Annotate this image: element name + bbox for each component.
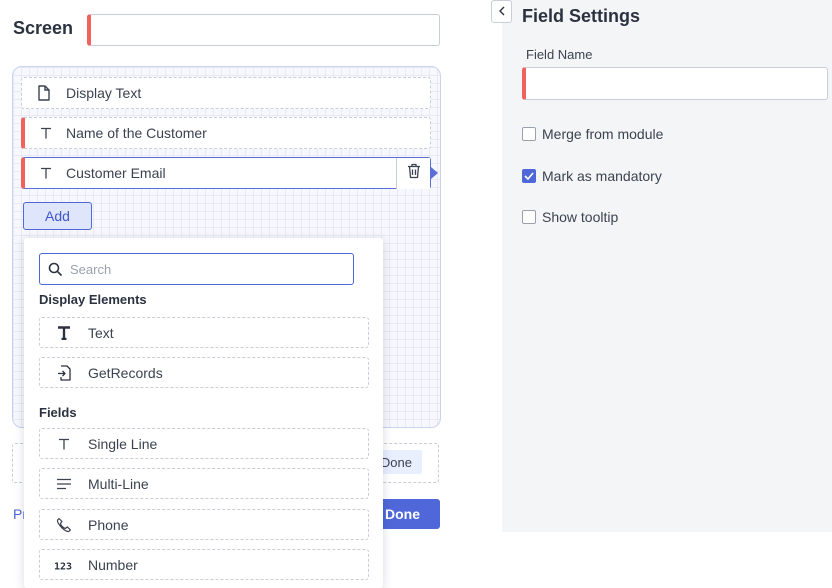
number-icon: 123: [40, 559, 88, 571]
bold-t-icon: [40, 325, 88, 340]
checkbox[interactable]: [522, 127, 536, 141]
menu-item-text[interactable]: Text: [39, 317, 369, 348]
field-label: Name of the Customer: [66, 125, 207, 141]
text-t-icon: [25, 167, 66, 179]
phone-icon: [40, 517, 88, 533]
merge-from-module-option[interactable]: Merge from module: [522, 126, 663, 142]
screen-title: Screen: [13, 18, 74, 38]
menu-item-phone[interactable]: Phone: [39, 509, 369, 540]
mark-as-mandatory-option[interactable]: Mark as mandatory: [522, 168, 662, 184]
svg-text:123: 123: [54, 561, 72, 571]
menu-item-label: Text: [88, 324, 114, 341]
menu-item-number[interactable]: 123 Number: [39, 549, 369, 580]
option-label: Show tooltip: [542, 209, 619, 225]
field-name-label: Field Name: [526, 47, 593, 62]
menu-item-multi-line[interactable]: Multi-Line: [39, 468, 369, 499]
search-icon: [40, 262, 70, 276]
selection-arrow-icon: [431, 167, 438, 179]
done-button[interactable]: Done: [376, 499, 440, 529]
get-records-icon: [40, 364, 88, 381]
menu-item-getrecords[interactable]: GetRecords: [39, 357, 369, 388]
collapse-panel-button[interactable]: [491, 0, 512, 23]
menu-item-single-line[interactable]: Single Line: [39, 428, 369, 459]
lines-icon: [40, 478, 88, 490]
screen-name-input[interactable]: [87, 14, 440, 46]
trash-icon: [407, 163, 421, 184]
option-label: Mark as mandatory: [542, 168, 662, 184]
fields-heading: Fields: [39, 405, 77, 420]
menu-item-label: Single Line: [88, 435, 158, 452]
panel-title: Field Settings: [522, 6, 641, 26]
checkbox[interactable]: [522, 169, 536, 183]
field-name-input[interactable]: [522, 67, 828, 100]
text-t-icon: [25, 127, 66, 139]
menu-item-label: Phone: [88, 516, 129, 533]
menu-item-label: Number: [88, 556, 138, 573]
canvas-field-display-text[interactable]: Display Text: [21, 77, 431, 109]
display-elements-heading: Display Elements: [39, 292, 147, 307]
show-tooltip-option[interactable]: Show tooltip: [522, 209, 618, 225]
canvas-field-customer-email[interactable]: Customer Email: [21, 157, 431, 189]
element-search[interactable]: [39, 253, 354, 285]
add-field-button[interactable]: Add: [23, 202, 92, 230]
delete-field-button[interactable]: [396, 158, 430, 189]
chevron-left-icon: [498, 3, 506, 21]
checkbox[interactable]: [522, 210, 536, 224]
document-icon: [22, 85, 66, 101]
menu-item-label: Multi-Line: [88, 475, 149, 492]
text-t-icon: [40, 438, 88, 450]
menu-item-label: GetRecords: [88, 364, 163, 381]
field-label: Customer Email: [66, 165, 166, 181]
canvas-field-name-of-customer[interactable]: Name of the Customer: [21, 117, 431, 149]
checkmark-icon: [524, 172, 534, 180]
search-input[interactable]: [70, 261, 340, 277]
option-label: Merge from module: [542, 126, 664, 142]
field-label: Display Text: [66, 85, 142, 101]
